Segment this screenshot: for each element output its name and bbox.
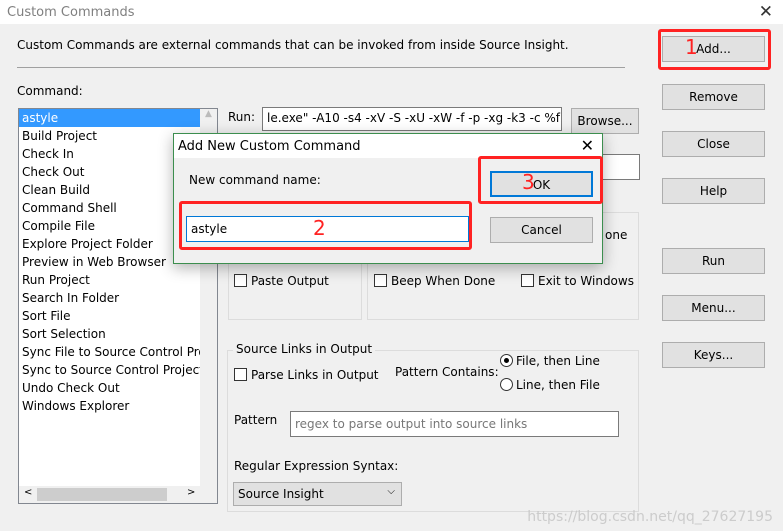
checkbox-icon[interactable] (521, 274, 534, 287)
list-item[interactable]: Sync to Source Control Project (19, 361, 201, 379)
scroll-right-icon[interactable]: > (187, 487, 195, 498)
menu-button[interactable]: Menu... (662, 295, 765, 321)
horizontal-scrollbar[interactable]: < > (19, 486, 217, 503)
list-item[interactable]: Sort File (19, 307, 201, 325)
paste-output-checkbox[interactable]: Paste Output (234, 274, 329, 288)
radio-selected-icon[interactable] (500, 354, 513, 367)
divider (17, 67, 625, 68)
parse-links-checkbox[interactable]: Parse Links in Output (234, 368, 379, 382)
description: Custom Commands are external commands th… (17, 38, 569, 52)
run-input[interactable]: le.exe" -A10 -s4 -xV -S -xU -xW -f -p -x… (262, 107, 562, 131)
radio-line-then-file[interactable]: Line, then File (500, 378, 600, 392)
cancel-button[interactable]: Cancel (490, 217, 593, 243)
radio-icon[interactable] (500, 378, 513, 391)
source-links-title: Source Links in Output (233, 342, 376, 356)
checkbox-icon[interactable] (374, 274, 387, 287)
checkbox-icon[interactable] (234, 368, 247, 381)
parse-links-label: Parse Links in Output (251, 368, 379, 382)
regex-value: Source Insight (238, 487, 324, 501)
pattern-input[interactable]: regex to parse output into source links (290, 411, 619, 437)
exit-checkbox[interactable]: Exit to Windows (521, 274, 634, 288)
paste-output-label: Paste Output (251, 274, 329, 288)
checkbox-icon[interactable] (234, 274, 247, 287)
radio-label: File, then Line (516, 354, 600, 368)
run-button[interactable]: Run (662, 248, 765, 274)
browse-button[interactable]: Browse... (571, 108, 639, 134)
pattern-contains-label: Pattern Contains: (395, 365, 499, 379)
close-button[interactable]: Close (662, 131, 765, 157)
dialog-close-button[interactable]: ✕ (581, 136, 594, 155)
list-item[interactable]: astyle (19, 109, 201, 127)
partial-label: one (605, 228, 628, 242)
pattern-label: Pattern (234, 413, 278, 427)
annotation-box-3 (478, 156, 603, 204)
regex-select[interactable]: Source Insight ⌵ (233, 482, 402, 506)
remove-button[interactable]: Remove (662, 84, 765, 110)
dialog-title: Add New Custom Command (178, 139, 361, 154)
watermark: https://blog.csdn.net/qq_27627195 (527, 509, 773, 525)
annotation-number-2: 2 (313, 216, 326, 240)
list-item[interactable]: Sync File to Source Control Pro (19, 343, 201, 361)
dialog-label: New command name: (189, 173, 321, 187)
chevron-down-icon: ⌵ (387, 486, 395, 497)
run-label: Run: (228, 110, 256, 124)
list-item[interactable]: Search In Folder (19, 289, 201, 307)
beep-checkbox[interactable]: Beep When Done (374, 274, 495, 288)
radio-label: Line, then File (516, 378, 600, 392)
list-item[interactable]: Windows Explorer (19, 397, 201, 415)
list-item[interactable]: Undo Check Out (19, 379, 201, 397)
list-item[interactable]: Run Project (19, 271, 201, 289)
exit-label: Exit to Windows (538, 274, 634, 288)
list-item[interactable]: Sort Selection (19, 325, 201, 343)
regex-label: Regular Expression Syntax: (234, 459, 399, 473)
radio-file-then-line[interactable]: File, then Line (500, 354, 600, 368)
annotation-box-1 (658, 29, 771, 70)
beep-label: Beep When Done (391, 274, 496, 288)
window-title: Custom Commands (7, 5, 135, 20)
help-button[interactable]: Help (662, 178, 765, 204)
keys-button[interactable]: Keys... (662, 342, 765, 368)
scroll-thumb[interactable] (37, 488, 167, 501)
command-label: Command: (17, 84, 83, 98)
annotation-number-1: 1 (685, 35, 698, 59)
scroll-left-icon[interactable]: < (24, 487, 32, 498)
window-close-button[interactable]: ✕ (759, 2, 773, 22)
annotation-number-3: 3 (522, 170, 535, 194)
